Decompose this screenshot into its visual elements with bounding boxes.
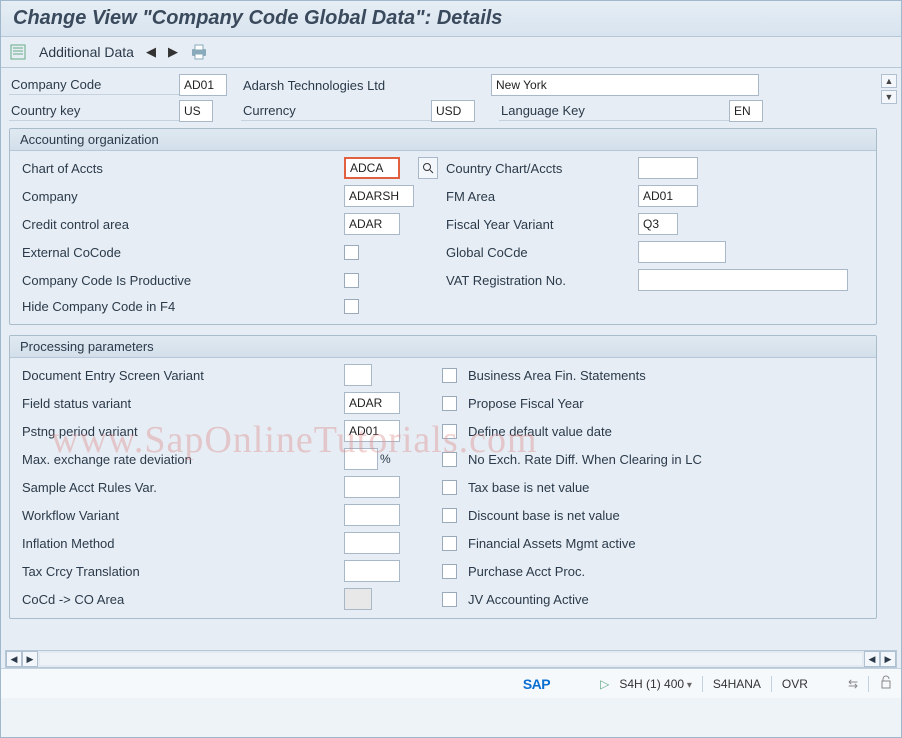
company-name-text: Adarsh Technologies Ltd [241,76,491,95]
city-field[interactable] [491,74,759,96]
country-key-label: Country key [9,101,179,121]
workflow-field[interactable] [344,504,400,526]
fm-area-label: FM Area [444,187,634,206]
horizontal-scroll[interactable]: ◀ ▶ ◀ ▶ [5,650,897,668]
currency-field[interactable] [431,100,475,122]
sync-icon[interactable]: ⇆ [848,677,858,691]
vat-field[interactable] [638,269,848,291]
hide-f4-label: Hide Company Code in F4 [20,297,340,316]
no-exch-checkbox[interactable] [442,452,457,467]
vertical-scroll[interactable]: ▲ ▼ [881,74,897,104]
currency-label: Currency [241,101,431,121]
tax-base-checkbox[interactable] [442,480,457,495]
inflation-field[interactable] [344,532,400,554]
company-code-label: Company Code [9,75,179,95]
cocd-co-label: CoCd -> CO Area [20,590,340,609]
company-label: Company [20,187,340,206]
credit-control-field[interactable] [344,213,400,235]
jv-acct-checkbox[interactable] [442,592,457,607]
purchase-acct-checkbox[interactable] [442,564,457,579]
doc-entry-label: Document Entry Screen Variant [20,366,340,385]
define-default-label: Define default value date [466,422,766,441]
toolbar: Additional Data ◀ ▶ [1,37,901,68]
next-icon[interactable]: ▶ [168,44,178,60]
external-cocode-label: External CoCode [20,243,340,262]
country-key-field[interactable] [179,100,213,122]
jv-acct-label: JV Accounting Active [466,590,766,609]
ba-fin-label: Business Area Fin. Statements [466,366,766,385]
doc-entry-field[interactable] [344,364,372,386]
company-code-field[interactable] [179,74,227,96]
no-exch-label: No Exch. Rate Diff. When Clearing in LC [466,450,766,469]
scroll-left-icon[interactable]: ◀ [6,651,22,667]
inflation-label: Inflation Method [20,534,340,553]
percent-label: % [380,452,391,466]
tax-base-label: Tax base is net value [466,478,766,497]
accounting-org-title: Accounting organization [10,129,876,151]
lock-icon[interactable] [879,675,893,692]
productive-checkbox[interactable] [344,273,359,288]
status-bar: SAP ▷ S4H (1) 400 S4HANA OVR ⇆ [1,668,901,698]
define-default-checkbox[interactable] [442,424,457,439]
content-area: ▲ ▼ Company Code Adarsh Technologies Ltd… [1,68,901,668]
purchase-acct-label: Purchase Acct Proc. [466,562,766,581]
fiscal-year-field[interactable] [638,213,678,235]
max-rate-field[interactable] [344,448,378,470]
processing-params-group: Processing parameters Document Entry Scr… [9,335,877,619]
scroll-right2-icon[interactable]: ▶ [880,651,896,667]
chart-of-accts-field[interactable] [344,157,400,179]
fin-assets-checkbox[interactable] [442,536,457,551]
hide-f4-checkbox[interactable] [344,299,359,314]
discount-base-label: Discount base is net value [466,506,766,525]
chart-of-accts-label: Chart of Accts [20,159,340,178]
workflow-label: Workflow Variant [20,506,340,525]
discount-base-checkbox[interactable] [442,508,457,523]
language-key-label: Language Key [499,101,729,121]
language-key-field[interactable] [729,100,763,122]
credit-control-label: Credit control area [20,215,340,234]
additional-data-button[interactable]: Additional Data [39,44,134,60]
posting-period-label: Pstng period variant [20,422,340,441]
window-title: Change View "Company Code Global Data": … [1,1,901,37]
fiscal-year-label: Fiscal Year Variant [444,215,634,234]
propose-fy-checkbox[interactable] [442,396,457,411]
fin-assets-label: Financial Assets Mgmt active [466,534,766,553]
print-icon[interactable] [190,43,208,61]
fm-area-field[interactable] [638,185,698,207]
mode-text: OVR [782,677,808,691]
field-status-label: Field status variant [20,394,340,413]
sap-logo: SAP [523,676,550,692]
processing-params-title: Processing parameters [10,336,876,358]
cocd-co-field [344,588,372,610]
scroll-right-icon[interactable]: ▶ [22,651,38,667]
global-cocde-field[interactable] [638,241,726,263]
company-field[interactable] [344,185,414,207]
tax-crcy-label: Tax Crcy Translation [20,562,340,581]
prev-icon[interactable]: ◀ [146,44,156,60]
posting-period-field[interactable] [344,420,400,442]
search-help-icon[interactable] [418,157,438,179]
field-status-field[interactable] [344,392,400,414]
global-cocde-label: Global CoCde [444,243,634,262]
scroll-up-icon[interactable]: ▲ [881,74,897,88]
vat-label: VAT Registration No. [444,271,634,290]
sample-rules-field[interactable] [344,476,400,498]
productive-label: Company Code Is Productive [20,271,340,290]
sample-rules-label: Sample Acct Rules Var. [20,478,340,497]
max-rate-label: Max. exchange rate deviation [20,450,340,469]
details-icon[interactable] [9,43,27,61]
system-text[interactable]: S4H (1) 400 [619,677,692,691]
country-chart-field[interactable] [638,157,698,179]
accounting-org-group: Accounting organization Chart of Accts C… [9,128,877,325]
propose-fy-label: Propose Fiscal Year [466,394,766,413]
country-chart-label: Country Chart/Accts [444,159,634,178]
scroll-down-icon[interactable]: ▼ [881,90,897,104]
external-cocode-checkbox[interactable] [344,245,359,260]
tax-crcy-field[interactable] [344,560,400,582]
server-text: S4HANA [713,677,761,691]
play-icon[interactable]: ▷ [600,677,609,691]
scroll-left2-icon[interactable]: ◀ [864,651,880,667]
ba-fin-checkbox[interactable] [442,368,457,383]
